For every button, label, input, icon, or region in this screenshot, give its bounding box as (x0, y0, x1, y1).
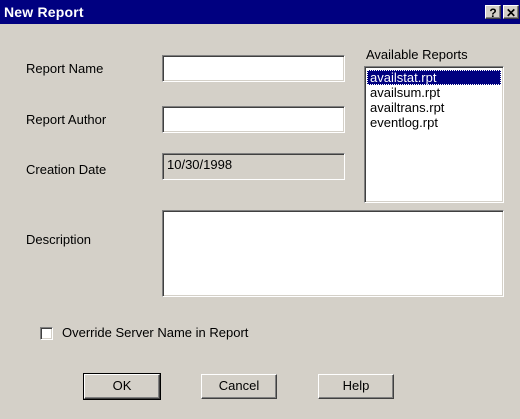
description-label: Description (26, 232, 92, 247)
override-server-checkbox[interactable] (40, 327, 53, 340)
close-icon[interactable]: ✕ (503, 5, 519, 20)
report-name-field[interactable] (162, 55, 345, 82)
window-title: New Report (4, 4, 84, 20)
creation-date-field: 10/30/1998 (162, 153, 345, 180)
list-item[interactable]: availstat.rpt (367, 70, 501, 85)
description-field[interactable] (162, 210, 504, 297)
report-name-label: Report Name (26, 61, 104, 76)
report-author-label: Report Author (26, 112, 107, 127)
creation-date-label: Creation Date (26, 162, 107, 177)
available-reports-label: Available Reports (366, 47, 468, 62)
list-item[interactable]: availtrans.rpt (367, 100, 501, 115)
creation-date-value: 10/30/1998 (167, 157, 233, 172)
title-bar: New Report ? ✕ (0, 0, 520, 24)
cancel-button[interactable]: Cancel (201, 374, 277, 399)
available-reports-list[interactable]: availstat.rpt availsum.rpt availtrans.rp… (364, 66, 504, 203)
list-item[interactable]: availsum.rpt (367, 85, 501, 100)
help-button[interactable]: Help (318, 374, 394, 399)
report-author-field[interactable] (162, 106, 345, 133)
ok-button[interactable]: OK (83, 373, 161, 400)
override-server-label: Override Server Name in Report (62, 325, 249, 340)
list-item[interactable]: eventlog.rpt (367, 115, 501, 130)
help-icon[interactable]: ? (485, 5, 501, 20)
